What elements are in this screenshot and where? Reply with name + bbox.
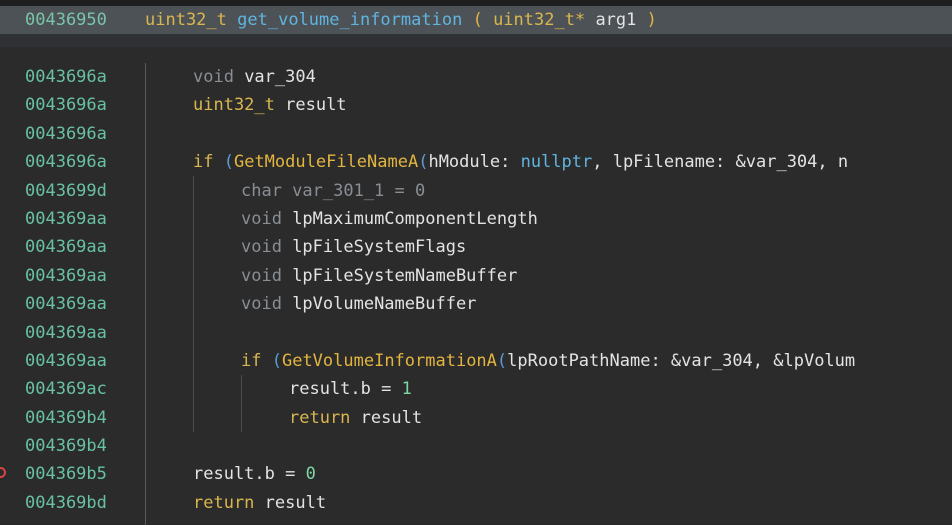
code-token: result.b =	[193, 464, 306, 485]
code-text[interactable]: return result	[193, 489, 326, 517]
header-separator	[0, 34, 952, 47]
code-line[interactable]: 004369ac result.b = 1	[0, 375, 952, 403]
code-line[interactable]: 004369b5 result.b = 0	[0, 460, 952, 488]
function-name[interactable]: get_volume_information	[237, 10, 462, 30]
code-text[interactable]: result.b = 1	[289, 375, 412, 403]
code-token: lpFileSystemNameBuffer	[292, 265, 518, 286]
code-token: void	[241, 237, 293, 258]
code-token: return	[193, 492, 265, 513]
code-token: (	[418, 152, 429, 173]
code-token: GetVolumeInformationA	[281, 350, 497, 371]
code-token: result	[360, 407, 423, 428]
code-line[interactable]: 0043696a	[0, 120, 952, 148]
decompiler-view: 00436950 uint32_t get_volume_information…	[0, 0, 952, 525]
code-line[interactable]: 0043696a if (GetModuleFileNameA(hModule: …	[0, 148, 952, 176]
code-line[interactable]: 004369aa	[0, 319, 952, 347]
line-address[interactable]: 004369b5	[25, 460, 107, 488]
param-type: uint32_t*	[493, 10, 586, 30]
code-token: var_304	[244, 67, 316, 87]
line-address[interactable]: 004369bd	[25, 489, 107, 517]
code-line[interactable]: 004369bd return result	[0, 489, 952, 517]
code-token: return	[289, 407, 361, 428]
code-token: nullptr	[520, 152, 593, 173]
code-text[interactable]: void lpMaximumComponentLength	[241, 205, 538, 233]
code-token: lpVolumeNameBuffer	[292, 294, 477, 315]
line-address[interactable]: 004369aa	[25, 319, 107, 347]
code-line[interactable]: 004369aa if (GetVolumeInformationA(lpRoot…	[0, 347, 952, 375]
code-text[interactable]: void lpFileSystemNameBuffer	[241, 262, 517, 290]
code-line[interactable]: 0043696a void var_304	[0, 63, 952, 91]
code-line[interactable]: 0043699d char var_301_1 = 0	[0, 177, 952, 205]
code-token: result	[285, 95, 347, 116]
function-address[interactable]: 00436950	[25, 10, 107, 30]
code-token: 1	[401, 379, 412, 400]
code-lines: 0043696a void var_304 0043696a uint32_t res…	[0, 63, 952, 517]
code-token: if	[241, 350, 272, 371]
line-address[interactable]: 004369b4	[25, 404, 107, 432]
code-token: uint32_t	[193, 95, 286, 116]
code-token: void	[193, 67, 245, 87]
function-signature[interactable]: uint32_t get_volume_information ( uint32…	[145, 10, 657, 30]
param-name[interactable]: arg1	[595, 10, 636, 30]
line-address[interactable]: 0043699d	[25, 177, 107, 205]
code-token: void	[241, 265, 293, 286]
code-text[interactable]: void var_304	[193, 63, 316, 91]
code-token: result.b =	[289, 379, 402, 400]
code-token: , lpFilename: &var_304, n	[592, 152, 849, 173]
line-address[interactable]: 004369aa	[25, 347, 107, 375]
code-line[interactable]: 004369aa void lpVolumeNameBuffer	[0, 290, 952, 318]
code-token: lpFileSystemFlags	[292, 237, 467, 258]
code-line[interactable]: 004369aa void lpFileSystemFlags	[0, 233, 952, 261]
return-type: uint32_t	[145, 10, 227, 30]
line-address[interactable]: 0043696a	[25, 91, 107, 119]
line-address[interactable]: 004369aa	[25, 290, 107, 318]
code-token: char var_301_1 = 0	[241, 180, 426, 201]
code-text[interactable]: result.b = 0	[193, 460, 316, 488]
function-header[interactable]: 00436950 uint32_t get_volume_information…	[0, 6, 952, 34]
code-token: void	[241, 208, 293, 229]
code-text[interactable]: if (GetModuleFileNameA(hModule: nullptr,…	[193, 148, 848, 176]
code-line[interactable]: 004369b4 return result	[0, 404, 952, 432]
line-address[interactable]: 004369aa	[25, 262, 107, 290]
code-line[interactable]: 004369aa void lpMaximumComponentLength	[0, 205, 952, 233]
code-text[interactable]: uint32_t result	[193, 91, 347, 119]
code-line[interactable]: 004369b4	[0, 432, 952, 460]
code-token: (	[496, 350, 508, 371]
line-address[interactable]: 004369b4	[25, 432, 107, 460]
line-address[interactable]: 0043696a	[25, 63, 107, 91]
code-token: lpRootPathName: &var_304, &lpVolum	[507, 350, 856, 371]
breakpoint-icon[interactable]	[0, 467, 6, 479]
code-token: 0	[305, 464, 316, 485]
line-address[interactable]: 004369aa	[25, 233, 107, 261]
line-address[interactable]: 0043696a	[25, 148, 107, 176]
code-text[interactable]: char var_301_1 = 0	[241, 177, 425, 205]
code-text[interactable]: void lpFileSystemFlags	[241, 233, 466, 261]
code-line[interactable]: 004369aa void lpFileSystemNameBuffer	[0, 262, 952, 290]
line-address[interactable]: 004369aa	[25, 205, 107, 233]
code-token: GetModuleFileNameA	[233, 152, 419, 173]
line-address[interactable]: 0043696a	[25, 120, 107, 148]
code-token: result	[264, 492, 327, 513]
code-line[interactable]: 0043696a uint32_t result	[0, 91, 952, 119]
code-token: void	[241, 294, 293, 315]
line-address[interactable]: 004369ac	[25, 375, 107, 403]
code-text[interactable]: if (GetVolumeInformationA(lpRootPathName…	[241, 347, 855, 375]
code-token: (	[223, 152, 234, 173]
code-text[interactable]: void lpVolumeNameBuffer	[241, 290, 476, 318]
code-token: (	[271, 350, 282, 371]
code-text[interactable]: return result	[289, 404, 422, 432]
code-token: lpMaximumComponentLength	[292, 208, 538, 229]
code-token: if	[193, 152, 224, 173]
code-token: hModule:	[428, 152, 521, 173]
